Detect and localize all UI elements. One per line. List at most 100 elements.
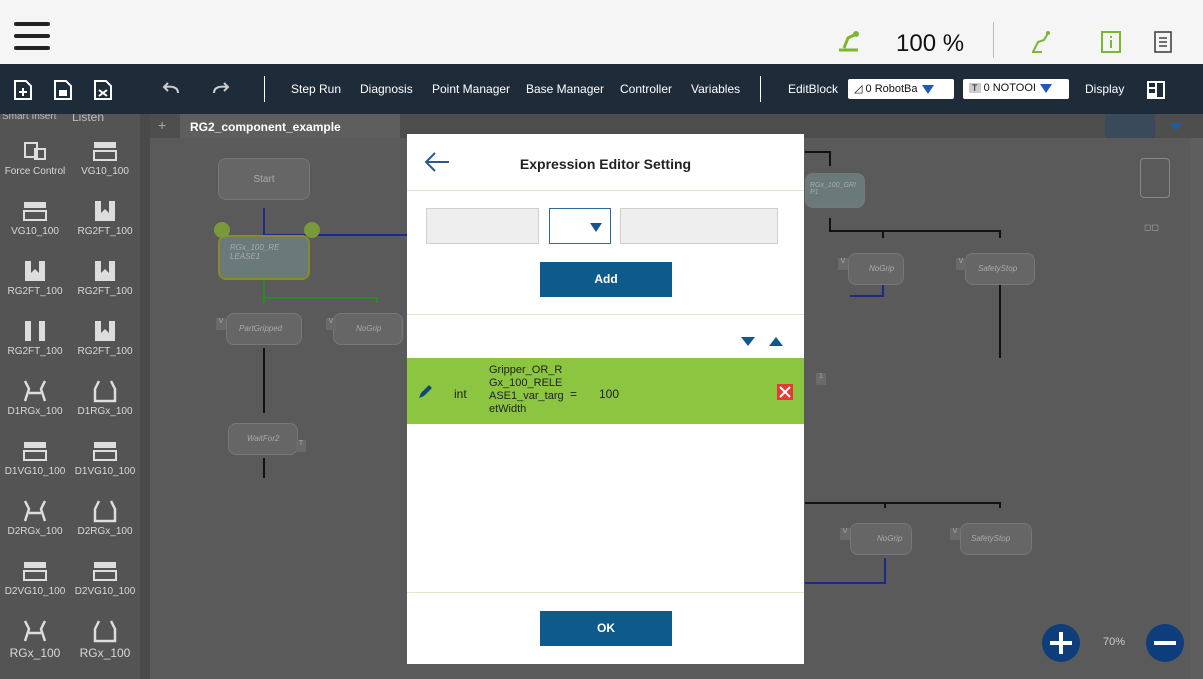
- controller-button[interactable]: Controller: [620, 82, 672, 96]
- expression-row[interactable]: int Gripper_OR_RGx_100_RELEASE1_var_targ…: [407, 358, 804, 424]
- gripper-icon: [95, 261, 115, 281]
- divider: [407, 190, 804, 191]
- chevron-down-icon: [921, 84, 934, 94]
- component-item[interactable]: VG10_100: [0, 199, 70, 237]
- expression-operator: =: [570, 387, 578, 401]
- base-select-value: 0 RobotBa: [865, 83, 918, 95]
- right-operand-input[interactable]: [620, 208, 778, 244]
- display-button[interactable]: Display: [1085, 82, 1124, 96]
- connection-icon[interactable]: [1030, 30, 1052, 54]
- variable-badge: V: [326, 318, 336, 330]
- node-part-gripped[interactable]: PartGripped: [226, 313, 302, 345]
- expression-type: int: [454, 387, 467, 401]
- zoom-out-button[interactable]: [1146, 624, 1184, 662]
- save-file-icon[interactable]: [92, 79, 114, 101]
- count-badge: 1: [816, 373, 826, 385]
- component-item[interactable]: RGx_100: [70, 619, 140, 660]
- tool-select[interactable]: T 0 NOTOOI: [963, 79, 1069, 99]
- sort-up-icon[interactable]: [769, 337, 783, 346]
- delete-icon[interactable]: [777, 384, 793, 400]
- gripper-icon: [25, 261, 45, 281]
- node-start[interactable]: Start: [218, 158, 310, 200]
- edit-node-icon[interactable]: [214, 222, 230, 238]
- layout-panel-icon[interactable]: [1145, 79, 1167, 101]
- node-safety-stop[interactable]: SafetyStop: [965, 253, 1035, 285]
- component-item[interactable]: RG2FT_100: [70, 199, 140, 237]
- canvas-scrollbar[interactable]: [1190, 138, 1203, 679]
- expression-editor-dialog: Expression Editor Setting Add int Grippe…: [407, 134, 804, 664]
- tab-project[interactable]: RG2_component_example: [180, 114, 400, 138]
- zoom-in-button[interactable]: [1042, 624, 1080, 662]
- menu-icon[interactable]: [14, 22, 50, 50]
- node-no-grip-3[interactable]: NoGrip: [850, 523, 912, 555]
- component-item[interactable]: RG2FT_100: [0, 319, 70, 357]
- chevron-down-icon: [1039, 83, 1052, 93]
- base-select[interactable]: ◿ 0 RobotBa: [848, 79, 954, 99]
- variables-button[interactable]: Variables: [691, 82, 740, 96]
- gripper-icon: [95, 321, 115, 341]
- two-finger-gripper-icon: [23, 500, 47, 522]
- component-item[interactable]: Force Control: [0, 139, 70, 177]
- operator-select[interactable]: [549, 208, 611, 244]
- document-icon[interactable]: [1152, 30, 1174, 54]
- toolbar-separator: [264, 76, 265, 102]
- point-manager-button[interactable]: Point Manager: [432, 82, 510, 96]
- component-item[interactable]: RGx_100: [0, 619, 70, 660]
- diagnosis-button[interactable]: Diagnosis: [360, 82, 413, 96]
- component-item[interactable]: D1RGx_100: [70, 379, 140, 417]
- component-item[interactable]: D2RGx_100: [0, 499, 70, 537]
- speed-value: 100 %: [896, 30, 965, 57]
- component-item[interactable]: RG2FT_100: [0, 259, 70, 297]
- component-item[interactable]: RG2FT_100: [70, 319, 140, 357]
- tab-dropdown-icon[interactable]: [1170, 123, 1182, 131]
- close-node-icon[interactable]: [304, 222, 320, 238]
- new-file-icon[interactable]: [12, 79, 34, 101]
- two-finger-gripper-icon: [23, 620, 47, 642]
- divider: [407, 592, 804, 593]
- component-item[interactable]: D2VG10_100: [0, 559, 70, 597]
- node-no-grip-2[interactable]: NoGrip: [848, 253, 904, 285]
- tab-listen[interactable]: Listen: [72, 114, 104, 124]
- two-finger-gripper-icon: [93, 380, 117, 403]
- component-item[interactable]: D2RGx_100: [70, 499, 140, 537]
- left-operand-input[interactable]: [426, 208, 539, 244]
- edit-pencil-icon[interactable]: [417, 384, 433, 400]
- gripper-icon: [95, 201, 115, 221]
- component-item[interactable]: D2VG10_100: [70, 559, 140, 597]
- gripper-icon: [25, 321, 45, 341]
- base-manager-button[interactable]: Base Manager: [526, 82, 604, 96]
- vacuum-gripper-icon: [93, 562, 117, 581]
- step-run-button[interactable]: Step Run: [291, 82, 341, 96]
- component-item[interactable]: D1VG10_100: [0, 439, 70, 477]
- top-bar: 100 %: [0, 0, 1203, 64]
- open-file-icon[interactable]: [52, 79, 74, 101]
- node-grip[interactable]: RGx_100_GRI P1: [805, 173, 865, 208]
- robot-speed-icon[interactable]: [836, 30, 862, 52]
- add-tab-icon[interactable]: +: [158, 117, 166, 133]
- sort-down-icon[interactable]: [741, 337, 755, 346]
- toggle-switch-icon[interactable]: ◻◻: [1144, 222, 1174, 246]
- vacuum-gripper-icon: [93, 142, 117, 161]
- variable-badge: V: [956, 258, 966, 270]
- component-item[interactable]: D1RGx_100: [0, 379, 70, 417]
- node-no-grip[interactable]: NoGrip: [333, 313, 403, 345]
- undo-icon[interactable]: [160, 79, 182, 101]
- toolbar: Step Run Diagnosis Point Manager Base Ma…: [0, 64, 1203, 114]
- info-icon[interactable]: [1100, 30, 1122, 54]
- tab-smart-insert[interactable]: Smart Insert: [2, 114, 56, 122]
- vacuum-gripper-icon: [23, 202, 47, 221]
- component-item[interactable]: RG2FT_100: [70, 259, 140, 297]
- top-separator: [993, 22, 994, 58]
- node-release[interactable]: RGx_100_RE LEASE1: [218, 235, 310, 280]
- node-wait-for[interactable]: WaitFor2: [228, 423, 298, 455]
- block-view-icon[interactable]: [1140, 158, 1170, 198]
- redo-icon[interactable]: [210, 79, 232, 101]
- tab-scroll-buttons[interactable]: [1105, 114, 1155, 138]
- component-item[interactable]: VG10_100: [70, 139, 140, 177]
- add-button[interactable]: Add: [540, 262, 672, 297]
- edit-block-button[interactable]: EditBlock: [788, 82, 838, 96]
- ok-button[interactable]: OK: [540, 611, 672, 646]
- node-safety-stop-2[interactable]: SafetyStop: [960, 523, 1032, 555]
- panel-scrollbar[interactable]: [140, 114, 150, 679]
- component-item[interactable]: D1VG10_100: [70, 439, 140, 477]
